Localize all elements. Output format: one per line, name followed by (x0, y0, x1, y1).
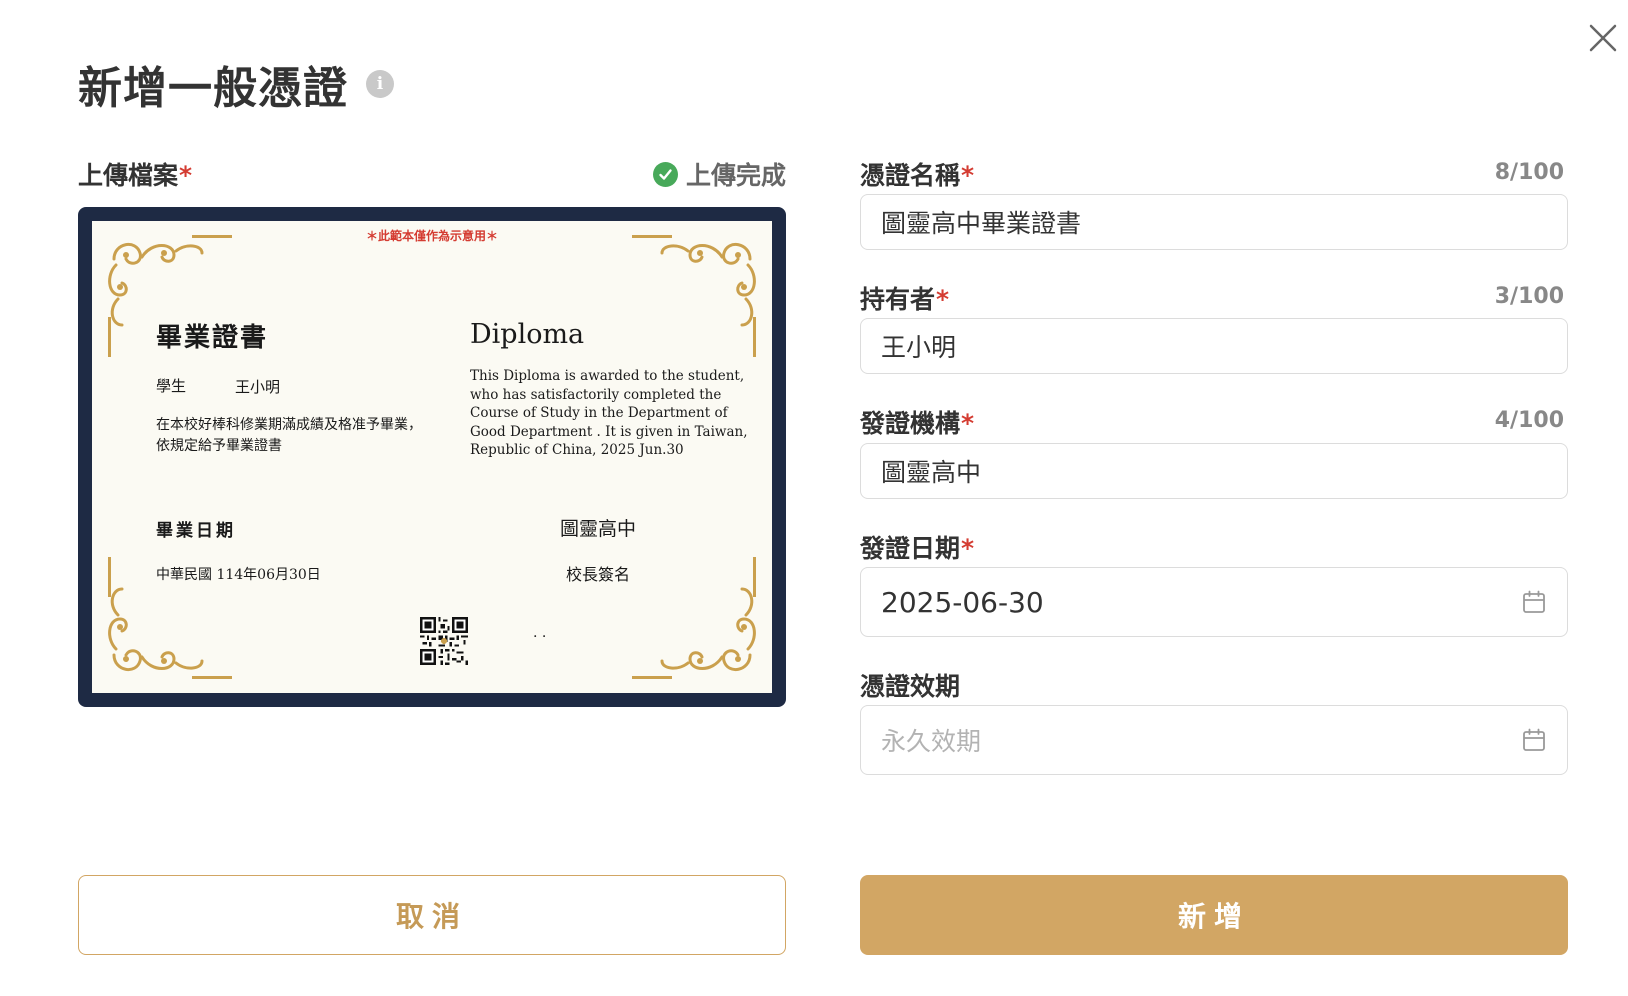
holder-label-text: 持有者 (860, 285, 936, 314)
check-circle-icon (653, 161, 678, 187)
validity-label-text: 憑證效期 (860, 672, 961, 701)
issuer-label: 發證機構* (860, 404, 974, 440)
validity-label: 憑證效期 (860, 667, 960, 703)
required-mark: * (961, 161, 975, 190)
close-icon (1589, 24, 1617, 52)
issue-date-value: 2025-06-30 (881, 585, 1044, 619)
credential-name-label-text: 憑證名稱 (860, 161, 961, 190)
issue-date-picker[interactable]: 2025-06-30 (860, 567, 1568, 637)
certificate-body-zh: 在本校好棒科修業期滿成績及格准予畢業，依規定給予畢業證書 (156, 417, 422, 454)
credential-name-input[interactable]: 圖靈高中畢業證書 (860, 194, 1568, 250)
ornament-line (753, 557, 756, 597)
validity-placeholder: 永久效期 (881, 727, 982, 756)
required-mark: * (936, 285, 950, 314)
issue-date-label-text: 發證日期 (860, 534, 961, 563)
certificate-title-zh: 畢業證書 (156, 323, 269, 353)
certificate-body-en: This Diploma is awarded to the student, … (470, 368, 748, 458)
issuer-value: 圖靈高中 (881, 458, 982, 487)
holder-input[interactable]: 王小明 (860, 318, 1568, 374)
info-icon[interactable]: i (366, 70, 394, 98)
cancel-button[interactable]: 取消 (78, 875, 786, 955)
holder-value: 王小明 (881, 333, 957, 362)
calendar-icon[interactable] (1521, 727, 1547, 753)
certificate-title-en: Diploma (470, 319, 585, 350)
calendar-icon[interactable] (1521, 589, 1547, 615)
dialog-header: 新增一般憑證 i (78, 52, 394, 116)
certificate-date-label: 畢業日期 (156, 521, 236, 541)
ornament-line (632, 676, 672, 679)
upload-status: 上傳完成 (653, 156, 786, 192)
required-mark: * (961, 534, 975, 563)
certificate-dots: . . (533, 625, 547, 641)
issuer-label-text: 發證機構 (860, 409, 961, 438)
upload-label: 上傳檔案* (78, 156, 192, 192)
certificate-student-name: 王小明 (235, 378, 281, 396)
credential-name-label: 憑證名稱* (860, 156, 974, 192)
close-button[interactable] (1585, 20, 1621, 56)
issuer-counter: 4/100 (1494, 408, 1564, 433)
submit-button[interactable]: 新增 (860, 875, 1568, 955)
validity-date-picker[interactable]: 永久效期 (860, 705, 1568, 775)
ornament-line (192, 676, 232, 679)
ornament-icon (660, 243, 756, 327)
certificate-student-label: 學生 (156, 377, 187, 395)
required-mark: * (961, 409, 975, 438)
issue-date-label: 發證日期* (860, 529, 974, 565)
credential-name-counter: 8/100 (1494, 160, 1564, 185)
upload-label-text: 上傳檔案 (78, 161, 179, 190)
upload-status-text: 上傳完成 (686, 161, 787, 190)
certificate-preview[interactable]: ＊此範本僅作為示意用＊ 畢業證書 Diploma 學生 王小明 在本校好棒科修業… (78, 207, 786, 707)
ornament-line (753, 317, 756, 357)
qr-code-icon (420, 617, 468, 665)
ornament-icon (660, 587, 756, 671)
credential-name-value: 圖靈高中畢業證書 (881, 209, 1082, 238)
ornament-line (108, 557, 111, 597)
certificate-note: ＊此範本僅作為示意用＊ (365, 229, 498, 243)
dialog-title: 新增一般憑證 (78, 63, 348, 114)
certificate-principal-label: 校長簽名 (566, 565, 631, 584)
holder-label: 持有者* (860, 280, 949, 316)
holder-counter: 3/100 (1494, 284, 1564, 309)
ornament-line (108, 317, 111, 357)
certificate-image: ＊此範本僅作為示意用＊ 畢業證書 Diploma 學生 王小明 在本校好棒科修業… (92, 221, 772, 693)
required-mark: * (179, 161, 193, 190)
certificate-issuer: 圖靈高中 (560, 518, 637, 540)
certificate-date-value: 中華民國 114年06月30日 (156, 567, 321, 583)
issuer-input[interactable]: 圖靈高中 (860, 443, 1568, 499)
